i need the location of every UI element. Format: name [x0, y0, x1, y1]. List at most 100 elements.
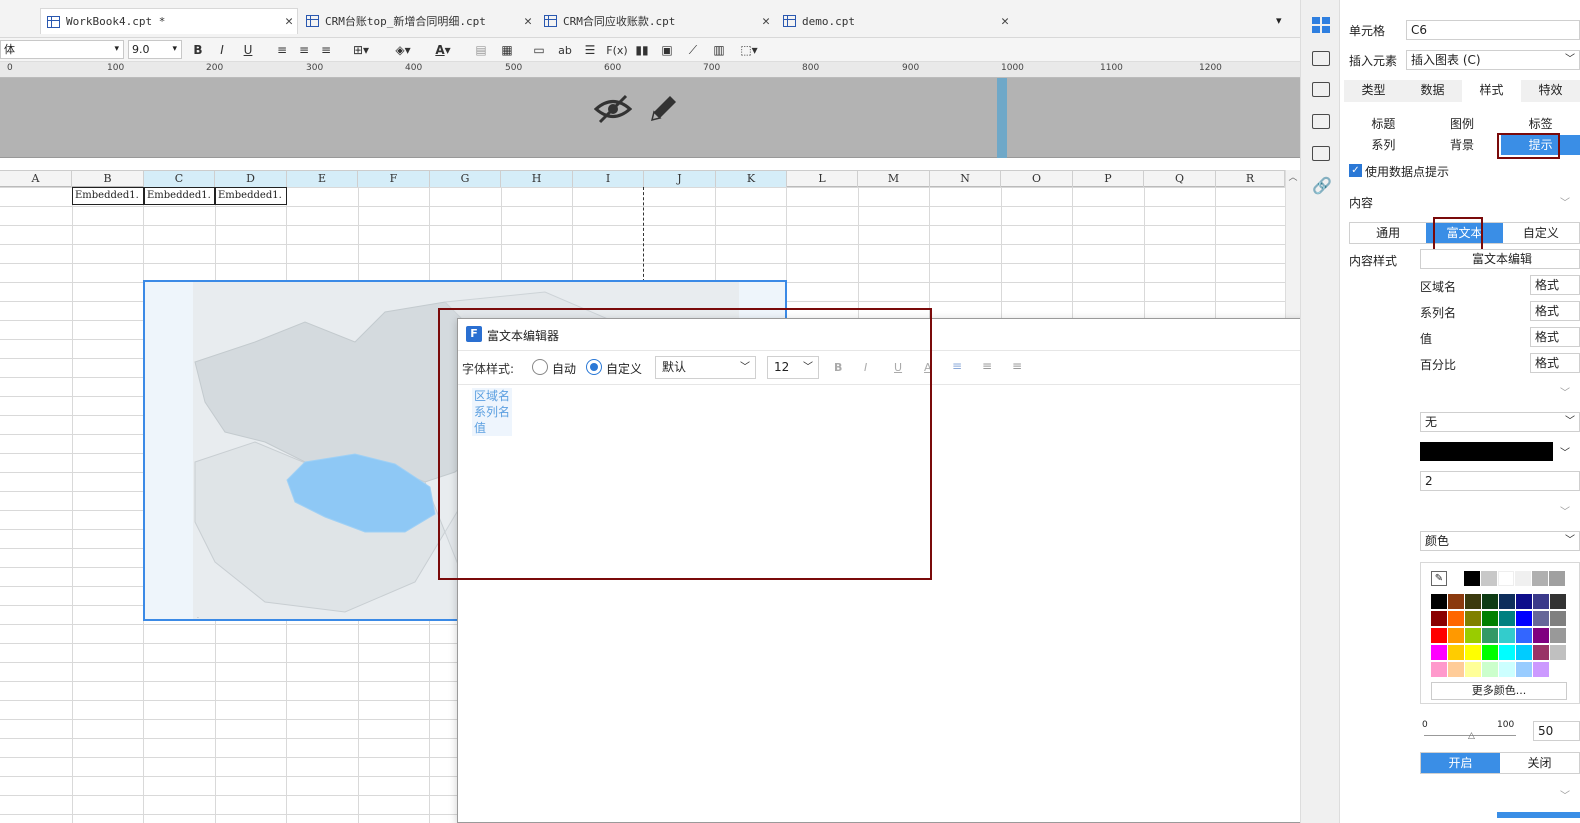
color-swatch[interactable] [1465, 628, 1481, 643]
collapse-icon[interactable]: ﹀ [1560, 384, 1570, 399]
column-header-j[interactable]: J [644, 171, 716, 187]
cell-field[interactable]: C6 [1406, 20, 1580, 40]
color-swatch[interactable] [1482, 662, 1498, 677]
border-style-icon[interactable]: ⬚▾ [737, 41, 761, 59]
color-swatch[interactable] [1482, 628, 1498, 643]
rich-text-edit-button[interactable]: 富文本编辑 [1420, 249, 1580, 269]
color-swatch[interactable] [1533, 611, 1549, 626]
cell-d1[interactable]: Embedded1. [215, 187, 287, 205]
subtab-label[interactable]: 标签 [1501, 114, 1580, 134]
table-icon[interactable]: ▦ [499, 41, 515, 59]
column-header-r[interactable]: R [1216, 171, 1285, 187]
close-icon[interactable]: ✕ [762, 14, 770, 29]
cell-element-icon[interactable] [1312, 17, 1330, 33]
tab-type[interactable]: 类型 [1344, 80, 1403, 102]
fill-color-icon[interactable]: ◈▾ [388, 41, 418, 59]
color-swatch[interactable] [1482, 611, 1498, 626]
bold-button[interactable]: B [190, 41, 206, 59]
image-icon[interactable]: ▣ [659, 41, 675, 59]
font-size-select[interactable]: 9.0 ▾ [128, 40, 182, 59]
column-header-n[interactable]: N [930, 171, 1001, 187]
subtab-series[interactable]: 系列 [1344, 135, 1423, 155]
column-header-i[interactable]: I [573, 171, 644, 187]
tab-workbook4[interactable]: WorkBook4.cpt * ✕ [40, 8, 298, 34]
border-color-swatch[interactable] [1420, 442, 1553, 461]
tab-data[interactable]: 数据 [1403, 80, 1462, 102]
color-swatch[interactable] [1448, 611, 1464, 626]
color-swatch[interactable] [1448, 594, 1464, 609]
color-swatch[interactable] [1465, 645, 1481, 660]
close-icon[interactable]: ✕ [1001, 14, 1009, 29]
column-header-p[interactable]: P [1073, 171, 1144, 187]
tab-list-dropdown-icon[interactable]: ▾ [1276, 14, 1282, 27]
close-icon[interactable]: ✕ [524, 14, 532, 29]
align-right-icon[interactable]: ≡ [318, 41, 334, 59]
color-swatch[interactable] [1532, 571, 1548, 586]
color-swatch[interactable] [1499, 628, 1515, 643]
collapse-icon[interactable]: ﹀ [1560, 503, 1570, 518]
color-swatch[interactable] [1431, 628, 1447, 643]
format-button-area[interactable]: 格式 [1530, 275, 1580, 295]
color-swatch[interactable] [1448, 628, 1464, 643]
align-left-icon[interactable]: ≡ [952, 359, 962, 373]
column-header-q[interactable]: Q [1144, 171, 1216, 187]
more-colors-button[interactable]: 更多颜色... [1431, 682, 1567, 700]
color-swatch[interactable] [1515, 571, 1531, 586]
tab-style[interactable]: 样式 [1462, 80, 1521, 102]
font-family-select[interactable]: 体 ▾ [0, 40, 124, 59]
widget-icon[interactable] [1312, 114, 1330, 129]
color-swatch[interactable] [1465, 611, 1481, 626]
color-swatch[interactable] [1533, 594, 1549, 609]
align-right-icon[interactable]: ≡ [1012, 359, 1022, 373]
subtab-legend[interactable]: 图例 [1423, 114, 1502, 134]
format-button-series[interactable]: 格式 [1530, 301, 1580, 321]
toggle-off[interactable]: 关闭 [1500, 753, 1579, 773]
font-color-icon[interactable]: A ▾ [428, 41, 458, 59]
close-icon[interactable]: ✕ [285, 14, 293, 29]
eyedropper-icon[interactable]: ✎ [1431, 571, 1447, 586]
color-swatch[interactable] [1499, 611, 1515, 626]
paragraph-icon[interactable]: ☰ [582, 41, 598, 59]
color-swatch[interactable] [1448, 662, 1464, 677]
cell-attribute-icon[interactable] [1312, 51, 1330, 66]
color-swatch[interactable] [1431, 611, 1447, 626]
column-header-f[interactable]: F [358, 171, 430, 187]
align-left-icon[interactable]: ≡ [274, 41, 290, 59]
italic-button[interactable]: I [214, 41, 230, 59]
column-header-k[interactable]: K [716, 171, 787, 187]
color-swatch[interactable] [1498, 571, 1514, 586]
cell-c1[interactable]: Embedded1. [144, 187, 215, 205]
subtab-background[interactable]: 背景 [1423, 135, 1502, 155]
align-center-icon[interactable]: ≡ [296, 41, 312, 59]
color-swatch[interactable] [1516, 628, 1532, 643]
subtab-title[interactable]: 标题 [1344, 114, 1423, 134]
color-swatch[interactable] [1481, 571, 1497, 586]
merge-cells-icon[interactable]: ▤ [473, 41, 489, 59]
column-header-c[interactable]: C [144, 171, 215, 187]
color-swatch[interactable] [1464, 571, 1480, 586]
column-header-o[interactable]: O [1001, 171, 1073, 187]
tab-demo[interactable]: demo.cpt ✕ [783, 8, 1013, 34]
color-swatch[interactable] [1499, 662, 1515, 677]
color-swatch[interactable] [1482, 594, 1498, 609]
tab-crm-ledger[interactable]: CRM台账top_新增合同明细.cpt ✕ [306, 8, 536, 34]
color-swatch[interactable] [1499, 645, 1515, 660]
underline-button[interactable]: U [240, 41, 256, 59]
color-swatch[interactable] [1465, 662, 1481, 677]
border-type-select[interactable]: 无 ﹀ [1420, 412, 1580, 432]
hide-eye-icon[interactable] [594, 92, 632, 126]
tab-crm-receivable[interactable]: CRM合同应收账款.cpt ✕ [544, 8, 774, 34]
cell-b1[interactable]: Embedded1. [72, 187, 144, 205]
background-type-select[interactable]: 颜色 ﹀ [1420, 531, 1580, 551]
color-swatch[interactable] [1533, 628, 1549, 643]
sub-report-icon[interactable]: ▥ [711, 41, 727, 59]
column-header-h[interactable]: H [501, 171, 573, 187]
column-header-l[interactable]: L [787, 171, 858, 187]
opacity-slider-thumb[interactable]: △ [1468, 731, 1475, 741]
mode-general[interactable]: 通用 [1350, 223, 1426, 243]
column-header-g[interactable]: G [430, 171, 501, 187]
border-icon[interactable]: ⊞▾ [348, 41, 374, 59]
align-center-icon[interactable]: ≡ [982, 359, 992, 373]
condition-attribute-icon[interactable] [1312, 146, 1330, 161]
color-swatch[interactable] [1550, 611, 1566, 626]
